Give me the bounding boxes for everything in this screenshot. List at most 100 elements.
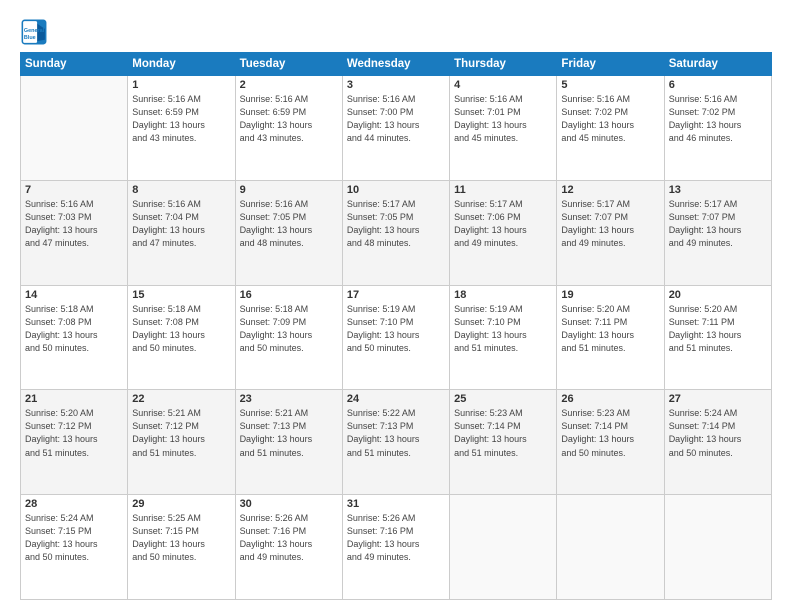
calendar-cell: 7 Sunrise: 5:16 AMSunset: 7:03 PMDaylight… xyxy=(21,180,128,285)
day-info: Sunrise: 5:21 AMSunset: 7:12 PMDaylight:… xyxy=(132,407,230,459)
svg-text:General: General xyxy=(24,28,45,34)
day-info: Sunrise: 5:24 AMSunset: 7:14 PMDaylight:… xyxy=(669,407,767,459)
day-number: 25 xyxy=(454,393,552,405)
calendar-cell: 15Sunrise: 5:18 AMSunset: 7:08 PMDayligh… xyxy=(128,285,235,390)
day-info: Sunrise: 5:19 AMSunset: 7:10 PMDaylight:… xyxy=(347,303,445,355)
day-info: Sunrise: 5:16 AMSunset: 7:02 PMDaylight:… xyxy=(561,93,659,145)
day-header: Monday xyxy=(128,53,235,76)
day-info: Sunrise: 5:16 AMSunset: 7:01 PMDaylight:… xyxy=(454,93,552,145)
day-info: Sunrise: 5:20 AMSunset: 7:12 PMDaylight:… xyxy=(25,407,123,459)
day-number: 20 xyxy=(669,289,767,301)
day-number: 16 xyxy=(240,289,338,301)
calendar-cell: 19Sunrise: 5:20 AMSunset: 7:11 PMDayligh… xyxy=(557,285,664,390)
day-info: Sunrise: 5:23 AMSunset: 7:14 PMDaylight:… xyxy=(561,407,659,459)
day-number: 2 xyxy=(240,79,338,91)
day-number: 4 xyxy=(454,79,552,91)
day-number: 24 xyxy=(347,393,445,405)
day-number: 5 xyxy=(561,79,659,91)
calendar-cell: 4 Sunrise: 5:16 AMSunset: 7:01 PMDaylight… xyxy=(450,76,557,181)
day-info: Sunrise: 5:25 AMSunset: 7:15 PMDaylight:… xyxy=(132,512,230,564)
day-number: 28 xyxy=(25,498,123,510)
day-info: Sunrise: 5:21 AMSunset: 7:13 PMDaylight:… xyxy=(240,407,338,459)
calendar-cell: 21 Sunrise: 5:20 AMSunset: 7:12 PMDayligh… xyxy=(21,390,128,495)
calendar-cell: 18 Sunrise: 5:19 AMSunset: 7:10 PMDayligh… xyxy=(450,285,557,390)
day-info: Sunrise: 5:20 AMSunset: 7:11 PMDaylight:… xyxy=(669,303,767,355)
calendar-week-row: 14 Sunrise: 5:18 AMSunset: 7:08 PMDayligh… xyxy=(21,285,772,390)
day-info: Sunrise: 5:16 AMSunset: 7:00 PMDaylight:… xyxy=(347,93,445,145)
day-info: Sunrise: 5:24 AMSunset: 7:15 PMDaylight:… xyxy=(25,512,123,564)
day-header: Thursday xyxy=(450,53,557,76)
day-info: Sunrise: 5:16 AMSunset: 7:02 PMDaylight:… xyxy=(669,93,767,145)
day-number: 17 xyxy=(347,289,445,301)
calendar-cell: 6 Sunrise: 5:16 AMSunset: 7:02 PMDaylight… xyxy=(664,76,771,181)
calendar-cell: 31Sunrise: 5:26 AMSunset: 7:16 PMDayligh… xyxy=(342,495,449,600)
logo-icon: General Blue xyxy=(20,18,48,46)
day-number: 15 xyxy=(132,289,230,301)
day-info: Sunrise: 5:17 AMSunset: 7:05 PMDaylight:… xyxy=(347,198,445,250)
day-info: Sunrise: 5:20 AMSunset: 7:11 PMDaylight:… xyxy=(561,303,659,355)
calendar-cell: 22 Sunrise: 5:21 AMSunset: 7:12 PMDayligh… xyxy=(128,390,235,495)
calendar-cell: 11Sunrise: 5:17 AMSunset: 7:06 PMDayligh… xyxy=(450,180,557,285)
day-number: 6 xyxy=(669,79,767,91)
day-info: Sunrise: 5:16 AMSunset: 7:04 PMDaylight:… xyxy=(132,198,230,250)
calendar-cell: 13 Sunrise: 5:17 AMSunset: 7:07 PMDayligh… xyxy=(664,180,771,285)
day-number: 31 xyxy=(347,498,445,510)
day-number: 14 xyxy=(25,289,123,301)
day-info: Sunrise: 5:18 AMSunset: 7:09 PMDaylight:… xyxy=(240,303,338,355)
calendar-cell: 3 Sunrise: 5:16 AMSunset: 7:00 PMDaylight… xyxy=(342,76,449,181)
day-header: Friday xyxy=(557,53,664,76)
calendar-cell: 17 Sunrise: 5:19 AMSunset: 7:10 PMDayligh… xyxy=(342,285,449,390)
day-number: 29 xyxy=(132,498,230,510)
day-info: Sunrise: 5:26 AMSunset: 7:16 PMDaylight:… xyxy=(240,512,338,564)
day-info: Sunrise: 5:18 AMSunset: 7:08 PMDaylight:… xyxy=(25,303,123,355)
day-header: Tuesday xyxy=(235,53,342,76)
calendar-cell: 12Sunrise: 5:17 AMSunset: 7:07 PMDayligh… xyxy=(557,180,664,285)
day-number: 3 xyxy=(347,79,445,91)
calendar-cell: 23 Sunrise: 5:21 AMSunset: 7:13 PMDayligh… xyxy=(235,390,342,495)
day-info: Sunrise: 5:16 AMSunset: 7:05 PMDaylight:… xyxy=(240,198,338,250)
calendar-cell: 30Sunrise: 5:26 AMSunset: 7:16 PMDayligh… xyxy=(235,495,342,600)
calendar-cell xyxy=(557,495,664,600)
calendar-cell: 2 Sunrise: 5:16 AMSunset: 6:59 PMDaylight… xyxy=(235,76,342,181)
day-number: 7 xyxy=(25,184,123,196)
day-number: 26 xyxy=(561,393,659,405)
calendar-week-row: 21 Sunrise: 5:20 AMSunset: 7:12 PMDayligh… xyxy=(21,390,772,495)
calendar-cell: 9Sunrise: 5:16 AMSunset: 7:05 PMDaylight… xyxy=(235,180,342,285)
calendar-week-row: 28 Sunrise: 5:24 AMSunset: 7:15 PMDayligh… xyxy=(21,495,772,600)
day-number: 22 xyxy=(132,393,230,405)
calendar-cell: 27Sunrise: 5:24 AMSunset: 7:14 PMDayligh… xyxy=(664,390,771,495)
calendar-cell: 8 Sunrise: 5:16 AMSunset: 7:04 PMDaylight… xyxy=(128,180,235,285)
day-info: Sunrise: 5:17 AMSunset: 7:06 PMDaylight:… xyxy=(454,198,552,250)
calendar-table: SundayMondayTuesdayWednesdayThursdayFrid… xyxy=(20,52,772,600)
day-info: Sunrise: 5:16 AMSunset: 6:59 PMDaylight:… xyxy=(240,93,338,145)
calendar-week-row: 1Sunrise: 5:16 AMSunset: 6:59 PMDaylight… xyxy=(21,76,772,181)
day-header: Wednesday xyxy=(342,53,449,76)
svg-text:Blue: Blue xyxy=(24,35,36,41)
calendar-cell xyxy=(664,495,771,600)
day-number: 21 xyxy=(25,393,123,405)
calendar-week-row: 7 Sunrise: 5:16 AMSunset: 7:03 PMDaylight… xyxy=(21,180,772,285)
calendar-cell xyxy=(450,495,557,600)
header: General Blue xyxy=(20,18,772,46)
day-number: 10 xyxy=(347,184,445,196)
calendar-cell: 20 Sunrise: 5:20 AMSunset: 7:11 PMDayligh… xyxy=(664,285,771,390)
calendar-cell: 14 Sunrise: 5:18 AMSunset: 7:08 PMDayligh… xyxy=(21,285,128,390)
day-header: Saturday xyxy=(664,53,771,76)
page: General Blue SundayMondayTuesdayWednesda… xyxy=(0,0,792,612)
calendar-cell: 28 Sunrise: 5:24 AMSunset: 7:15 PMDayligh… xyxy=(21,495,128,600)
calendar-cell: 26 Sunrise: 5:23 AMSunset: 7:14 PMDayligh… xyxy=(557,390,664,495)
day-header: Sunday xyxy=(21,53,128,76)
calendar-cell: 10 Sunrise: 5:17 AMSunset: 7:05 PMDayligh… xyxy=(342,180,449,285)
day-number: 18 xyxy=(454,289,552,301)
day-number: 23 xyxy=(240,393,338,405)
day-number: 12 xyxy=(561,184,659,196)
day-number: 13 xyxy=(669,184,767,196)
calendar-cell: 25Sunrise: 5:23 AMSunset: 7:14 PMDayligh… xyxy=(450,390,557,495)
calendar-cell: 5 Sunrise: 5:16 AMSunset: 7:02 PMDaylight… xyxy=(557,76,664,181)
calendar-header-row: SundayMondayTuesdayWednesdayThursdayFrid… xyxy=(21,53,772,76)
day-info: Sunrise: 5:17 AMSunset: 7:07 PMDaylight:… xyxy=(669,198,767,250)
calendar-cell: 16 Sunrise: 5:18 AMSunset: 7:09 PMDayligh… xyxy=(235,285,342,390)
day-number: 8 xyxy=(132,184,230,196)
day-info: Sunrise: 5:16 AMSunset: 7:03 PMDaylight:… xyxy=(25,198,123,250)
day-info: Sunrise: 5:19 AMSunset: 7:10 PMDaylight:… xyxy=(454,303,552,355)
